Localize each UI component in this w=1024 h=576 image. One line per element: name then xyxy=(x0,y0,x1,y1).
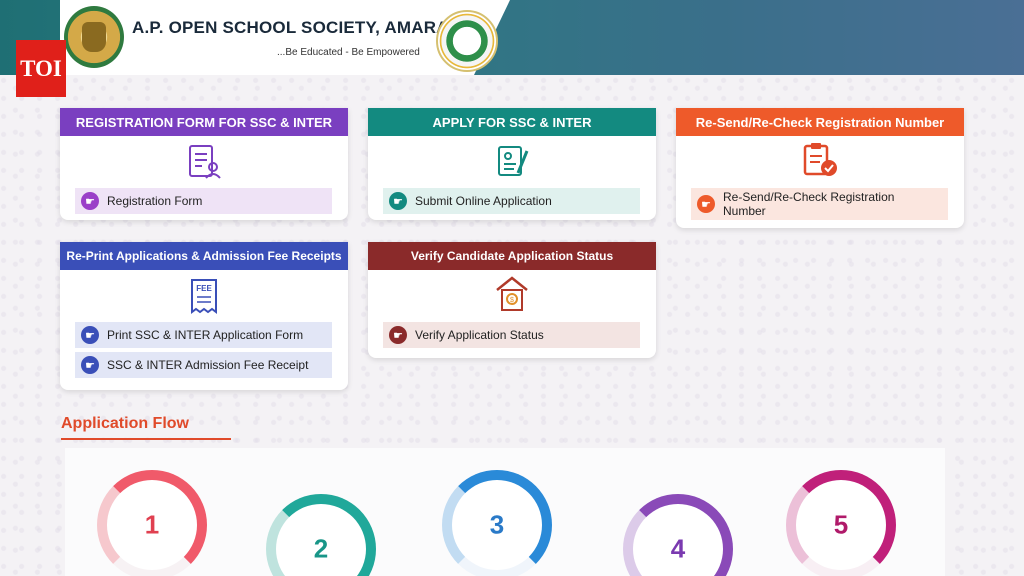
online-application-icon xyxy=(492,142,532,182)
verify-card: Verify Candidate Application Status $ ☛ … xyxy=(368,242,656,358)
org-tagline: ...Be Educated - Be Empowered xyxy=(277,47,420,58)
apos-seal-icon xyxy=(436,10,498,72)
submit-online-application-label: Submit Online Application xyxy=(415,194,552,208)
pointer-hand-icon: ☛ xyxy=(389,326,407,344)
flow-step-4-number: 4 xyxy=(670,533,686,564)
reprint-card-title: Re-Print Applications & Admission Fee Re… xyxy=(60,242,348,270)
resend-card-title: Re-Send/Re-Check Registration Number xyxy=(676,108,964,136)
pointer-hand-icon: ☛ xyxy=(81,356,99,374)
toi-watermark: TOI xyxy=(16,40,66,97)
pointer-hand-icon: ☛ xyxy=(389,192,407,210)
resend-card: Re-Send/Re-Check Registration Number ☛ R… xyxy=(676,108,964,228)
fee-icon-text: FEE xyxy=(196,284,212,293)
org-title: A.P. OPEN SCHOOL SOCIETY, AMARAVATI xyxy=(132,18,485,37)
admission-fee-receipt-label: SSC & INTER Admission Fee Receipt xyxy=(107,358,309,372)
flow-step-3-number: 3 xyxy=(489,509,505,540)
resend-registration-label: Re-Send/Re-Check Registration Number xyxy=(723,190,894,218)
state-emblem-icon xyxy=(64,6,124,68)
section-title-underline xyxy=(61,438,231,440)
resend-registration-label-line2: Number xyxy=(723,204,766,218)
registration-form-link[interactable]: ☛ Registration Form xyxy=(75,188,332,214)
apply-card: APPLY FOR SSC & INTER ☛ Submit Online Ap… xyxy=(368,108,656,220)
resend-registration-link[interactable]: ☛ Re-Send/Re-Check Registration Number xyxy=(691,188,948,220)
print-application-form-label: Print SSC & INTER Application Form xyxy=(107,328,304,342)
flow-step-5-number: 5 xyxy=(833,509,849,540)
recheck-clipboard-icon xyxy=(800,140,840,180)
registration-card-title: REGISTRATION FORM FOR SSC & INTER xyxy=(60,108,348,136)
application-flow-title: Application Flow xyxy=(61,415,189,432)
registration-form-icon xyxy=(184,142,224,182)
admission-fee-receipt-link[interactable]: ☛ SSC & INTER Admission Fee Receipt xyxy=(75,352,332,378)
verify-application-status-label: Verify Application Status xyxy=(415,328,544,342)
verify-card-title: Verify Candidate Application Status xyxy=(368,242,656,270)
submit-online-application-link[interactable]: ☛ Submit Online Application xyxy=(383,188,640,214)
flow-step-5: 5 xyxy=(786,470,896,576)
flow-step-3: 3 xyxy=(442,470,552,576)
flow-step-2-number: 2 xyxy=(313,533,329,564)
apply-card-title: APPLY FOR SSC & INTER xyxy=(368,108,656,136)
svg-text:$: $ xyxy=(510,297,514,304)
pointer-hand-icon: ☛ xyxy=(697,195,715,213)
reprint-card: Re-Print Applications & Admission Fee Re… xyxy=(60,242,348,390)
print-application-form-link[interactable]: ☛ Print SSC & INTER Application Form xyxy=(75,322,332,348)
verify-status-icon: $ xyxy=(492,274,532,314)
resend-registration-label-line1: Re-Send/Re-Check Registration xyxy=(723,190,895,204)
registration-form-link-label: Registration Form xyxy=(107,194,203,208)
verify-application-status-link[interactable]: ☛ Verify Application Status xyxy=(383,322,640,348)
pointer-hand-icon: ☛ xyxy=(81,326,99,344)
flow-step-1-number: 1 xyxy=(144,509,160,540)
pointer-hand-icon: ☛ xyxy=(81,192,99,210)
registration-card: REGISTRATION FORM FOR SSC & INTER ☛ Regi… xyxy=(60,108,348,220)
fee-receipt-icon: FEE xyxy=(184,276,224,316)
flow-step-1: 1 xyxy=(97,470,207,576)
